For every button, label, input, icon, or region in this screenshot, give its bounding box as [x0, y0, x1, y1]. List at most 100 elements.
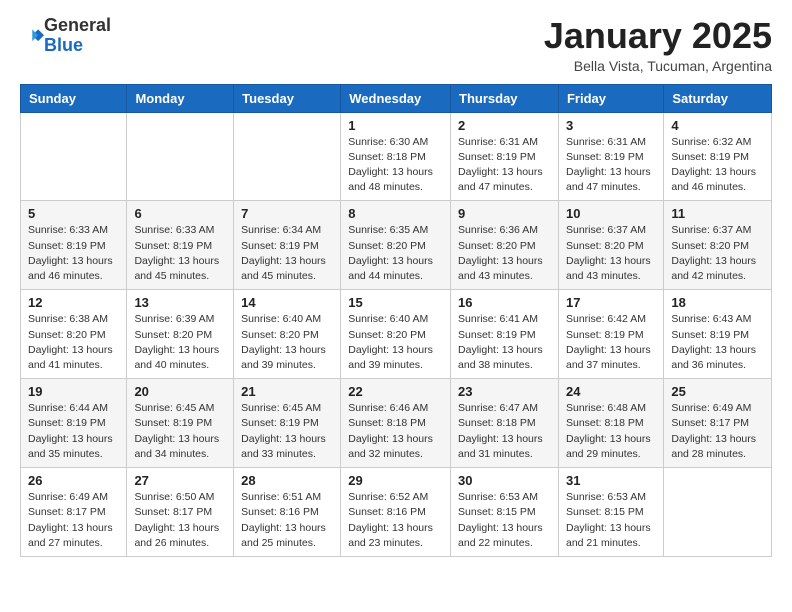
day-number: 4 — [671, 118, 764, 133]
calendar-cell: 20 Sunrise: 6:45 AM Sunset: 8:19 PM Dayli… — [127, 379, 234, 468]
day-number: 18 — [671, 295, 764, 310]
calendar-cell: 17 Sunrise: 6:42 AM Sunset: 8:19 PM Dayli… — [558, 290, 663, 379]
calendar-cell: 14Sunrise: 6:40 AM Sunset: 8:20 PM Dayli… — [234, 290, 341, 379]
calendar-cell — [127, 112, 234, 201]
calendar-cell: 24 Sunrise: 6:48 AM Sunset: 8:18 PM Dayli… — [558, 379, 663, 468]
day-info: Sunrise: 6:45 AM Sunset: 8:19 PM Dayligh… — [241, 401, 333, 462]
calendar-cell: 5 Sunrise: 6:33 AM Sunset: 8:19 PM Daylig… — [21, 201, 127, 290]
day-info: Sunrise: 6:33 AM Sunset: 8:19 PM Dayligh… — [134, 223, 226, 284]
day-number: 2 — [458, 118, 551, 133]
day-info: Sunrise: 6:39 AM Sunset: 8:20 PM Dayligh… — [134, 312, 226, 373]
day-info: Sunrise: 6:30 AM Sunset: 8:18 PM Dayligh… — [348, 135, 443, 196]
day-info: Sunrise: 6:35 AM Sunset: 8:20 PM Dayligh… — [348, 223, 443, 284]
day-number: 6 — [134, 206, 226, 221]
calendar-cell: 10 Sunrise: 6:37 AM Sunset: 8:20 PM Dayli… — [558, 201, 663, 290]
calendar-cell: 2 Sunrise: 6:31 AM Sunset: 8:19 PM Daylig… — [451, 112, 559, 201]
location: Bella Vista, Tucuman, Argentina — [544, 58, 772, 74]
calendar-week-row: 1 Sunrise: 6:30 AM Sunset: 8:18 PM Daylig… — [21, 112, 772, 201]
day-info: Sunrise: 6:41 AM Sunset: 8:19 PM Dayligh… — [458, 312, 551, 373]
day-info: Sunrise: 6:50 AM Sunset: 8:17 PM Dayligh… — [134, 490, 226, 551]
day-info: Sunrise: 6:43 AM Sunset: 8:19 PM Dayligh… — [671, 312, 764, 373]
day-number: 17 — [566, 295, 656, 310]
day-info: Sunrise: 6:33 AM Sunset: 8:19 PM Dayligh… — [28, 223, 119, 284]
calendar-week-row: 12Sunrise: 6:38 AM Sunset: 8:20 PM Dayli… — [21, 290, 772, 379]
calendar-cell: 6 Sunrise: 6:33 AM Sunset: 8:19 PM Daylig… — [127, 201, 234, 290]
day-info: Sunrise: 6:53 AM Sunset: 8:15 PM Dayligh… — [566, 490, 656, 551]
calendar-cell: 7Sunrise: 6:34 AM Sunset: 8:19 PM Daylig… — [234, 201, 341, 290]
calendar-day-header: Wednesday — [341, 84, 451, 112]
day-info: Sunrise: 6:44 AM Sunset: 8:19 PM Dayligh… — [28, 401, 119, 462]
calendar-cell: 26 Sunrise: 6:49 AM Sunset: 8:17 PM Dayli… — [21, 468, 127, 557]
calendar-day-header: Saturday — [664, 84, 772, 112]
day-number: 1 — [348, 118, 443, 133]
calendar-cell: 3Sunrise: 6:31 AM Sunset: 8:19 PM Daylig… — [558, 112, 663, 201]
calendar-cell — [21, 112, 127, 201]
day-number: 12 — [28, 295, 119, 310]
day-number: 9 — [458, 206, 551, 221]
day-number: 16 — [458, 295, 551, 310]
calendar-day-header: Friday — [558, 84, 663, 112]
day-number: 10 — [566, 206, 656, 221]
logo-general: General — [44, 16, 111, 36]
page: General Blue January 2025 Bella Vista, T… — [0, 0, 792, 573]
calendar-day-header: Tuesday — [234, 84, 341, 112]
day-info: Sunrise: 6:53 AM Sunset: 8:15 PM Dayligh… — [458, 490, 551, 551]
calendar-cell: 29 Sunrise: 6:52 AM Sunset: 8:16 PM Dayli… — [341, 468, 451, 557]
calendar-cell — [234, 112, 341, 201]
day-number: 23 — [458, 384, 551, 399]
day-number: 21 — [241, 384, 333, 399]
calendar-cell: 18 Sunrise: 6:43 AM Sunset: 8:19 PM Dayli… — [664, 290, 772, 379]
day-number: 3 — [566, 118, 656, 133]
calendar-cell: 15Sunrise: 6:40 AM Sunset: 8:20 PM Dayli… — [341, 290, 451, 379]
logo-blue: Blue — [44, 36, 111, 56]
day-info: Sunrise: 6:40 AM Sunset: 8:20 PM Dayligh… — [348, 312, 443, 373]
day-info: Sunrise: 6:52 AM Sunset: 8:16 PM Dayligh… — [348, 490, 443, 551]
calendar-cell: 8 Sunrise: 6:35 AM Sunset: 8:20 PM Daylig… — [341, 201, 451, 290]
calendar-cell: 13 Sunrise: 6:39 AM Sunset: 8:20 PM Dayli… — [127, 290, 234, 379]
calendar-cell: 12Sunrise: 6:38 AM Sunset: 8:20 PM Dayli… — [21, 290, 127, 379]
day-number: 5 — [28, 206, 119, 221]
day-number: 26 — [28, 473, 119, 488]
calendar-header-row: SundayMondayTuesdayWednesdayThursdayFrid… — [21, 84, 772, 112]
calendar-week-row: 26 Sunrise: 6:49 AM Sunset: 8:17 PM Dayli… — [21, 468, 772, 557]
calendar-week-row: 19Sunrise: 6:44 AM Sunset: 8:19 PM Dayli… — [21, 379, 772, 468]
calendar-cell: 9Sunrise: 6:36 AM Sunset: 8:20 PM Daylig… — [451, 201, 559, 290]
calendar-day-header: Monday — [127, 84, 234, 112]
calendar-day-header: Sunday — [21, 84, 127, 112]
day-info: Sunrise: 6:42 AM Sunset: 8:19 PM Dayligh… — [566, 312, 656, 373]
day-info: Sunrise: 6:49 AM Sunset: 8:17 PM Dayligh… — [671, 401, 764, 462]
title-section: January 2025 Bella Vista, Tucuman, Argen… — [544, 16, 772, 74]
calendar-cell: 31Sunrise: 6:53 AM Sunset: 8:15 PM Dayli… — [558, 468, 663, 557]
day-number: 30 — [458, 473, 551, 488]
calendar-cell — [664, 468, 772, 557]
calendar-cell: 28Sunrise: 6:51 AM Sunset: 8:16 PM Dayli… — [234, 468, 341, 557]
day-info: Sunrise: 6:48 AM Sunset: 8:18 PM Dayligh… — [566, 401, 656, 462]
day-info: Sunrise: 6:49 AM Sunset: 8:17 PM Dayligh… — [28, 490, 119, 551]
calendar-cell: 16 Sunrise: 6:41 AM Sunset: 8:19 PM Dayli… — [451, 290, 559, 379]
day-number: 20 — [134, 384, 226, 399]
day-info: Sunrise: 6:34 AM Sunset: 8:19 PM Dayligh… — [241, 223, 333, 284]
day-info: Sunrise: 6:31 AM Sunset: 8:19 PM Dayligh… — [458, 135, 551, 196]
day-number: 29 — [348, 473, 443, 488]
logo: General Blue — [20, 16, 111, 56]
calendar-cell: 25 Sunrise: 6:49 AM Sunset: 8:17 PM Dayli… — [664, 379, 772, 468]
day-number: 13 — [134, 295, 226, 310]
day-info: Sunrise: 6:37 AM Sunset: 8:20 PM Dayligh… — [566, 223, 656, 284]
day-number: 25 — [671, 384, 764, 399]
month-title: January 2025 — [544, 16, 772, 56]
calendar: SundayMondayTuesdayWednesdayThursdayFrid… — [20, 84, 772, 557]
day-number: 22 — [348, 384, 443, 399]
day-info: Sunrise: 6:32 AM Sunset: 8:19 PM Dayligh… — [671, 135, 764, 196]
day-info: Sunrise: 6:51 AM Sunset: 8:16 PM Dayligh… — [241, 490, 333, 551]
day-number: 8 — [348, 206, 443, 221]
day-info: Sunrise: 6:46 AM Sunset: 8:18 PM Dayligh… — [348, 401, 443, 462]
calendar-day-header: Thursday — [451, 84, 559, 112]
day-info: Sunrise: 6:40 AM Sunset: 8:20 PM Dayligh… — [241, 312, 333, 373]
day-info: Sunrise: 6:37 AM Sunset: 8:20 PM Dayligh… — [671, 223, 764, 284]
calendar-cell: 21 Sunrise: 6:45 AM Sunset: 8:19 PM Dayli… — [234, 379, 341, 468]
logo-icon — [22, 25, 44, 47]
logo-text: General Blue — [44, 16, 111, 56]
day-info: Sunrise: 6:45 AM Sunset: 8:19 PM Dayligh… — [134, 401, 226, 462]
day-number: 24 — [566, 384, 656, 399]
calendar-cell: 23Sunrise: 6:47 AM Sunset: 8:18 PM Dayli… — [451, 379, 559, 468]
